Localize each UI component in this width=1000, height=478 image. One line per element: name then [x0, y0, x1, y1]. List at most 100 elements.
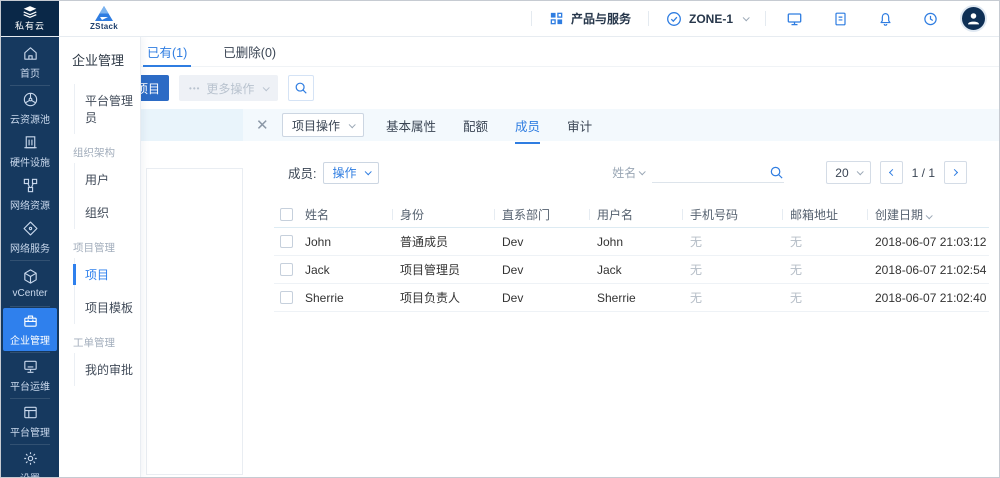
page-info: 1 / 1: [912, 166, 935, 180]
menu-item-project-template[interactable]: 项目模板: [75, 291, 140, 324]
sidebar-item-settings[interactable]: 设置: [1, 446, 59, 478]
menu-group: 用户 组织: [74, 163, 140, 229]
col-phone: 手机号码: [684, 206, 784, 223]
products-services-menu[interactable]: 产品与服务: [532, 10, 648, 27]
row-checkbox[interactable]: [280, 263, 293, 276]
menu-item-platform-admin[interactable]: 平台管理员: [75, 84, 140, 134]
avatar-icon: [965, 10, 982, 27]
select-all-checkbox[interactable]: [280, 208, 293, 221]
member-search: [652, 163, 784, 183]
search-icon[interactable]: [769, 165, 784, 180]
zone-icon: [666, 11, 682, 27]
table-row[interactable]: John 普通成员 Dev John 无 无 2018-06-07 21:03:…: [274, 228, 989, 256]
chevron-down-icon: [263, 84, 270, 91]
ops-monitor-icon: [22, 358, 39, 375]
search-field-label: 姓名: [612, 164, 636, 181]
list-search-button[interactable]: [288, 75, 314, 101]
menu-group: 我的审批: [74, 353, 140, 386]
zone-selector[interactable]: ZONE-1: [649, 11, 765, 27]
zstack-brand-label: ZStack: [90, 23, 118, 31]
history-clock-icon[interactable]: [923, 11, 938, 27]
sidebar-divider: [10, 260, 50, 261]
tab-members[interactable]: 成员: [515, 116, 540, 135]
sidebar-item-label: 硬件设施: [10, 154, 50, 169]
more-actions-label: 更多操作: [206, 80, 254, 97]
table-row[interactable]: Sherrie 项目负责人 Dev Sherrie 无 无 2018-06-07…: [274, 284, 989, 312]
tab-basic-properties[interactable]: 基本属性: [386, 116, 436, 135]
menu-panel-title: 企业管理: [72, 50, 140, 69]
project-detail-panel: ✕ 项目操作 基本属性 配额 成员 审计 成员: 操作: [243, 109, 999, 477]
sidebar-item-cloud-pool[interactable]: 云资源池: [1, 87, 59, 130]
member-action-button[interactable]: 操作: [323, 162, 378, 184]
menu-item-user[interactable]: 用户: [75, 163, 140, 196]
menu-item-organization[interactable]: 组织: [75, 196, 140, 229]
page-size-select[interactable]: 20: [826, 161, 870, 184]
cell-email: 无: [784, 233, 869, 250]
sidebar-item-network-resource[interactable]: 网络资源: [1, 173, 59, 216]
zstack-brand: ZStack: [90, 6, 118, 31]
select-all-cell: [274, 208, 299, 221]
tab-deleted[interactable]: 已删除(0): [223, 37, 276, 66]
tab-audit[interactable]: 审计: [567, 116, 592, 135]
next-page-button[interactable]: [944, 161, 967, 184]
col-created-label: 创建日期: [875, 208, 923, 222]
col-role: 身份: [394, 206, 496, 223]
search-field-selector[interactable]: 姓名: [612, 164, 644, 181]
cell-name: Jack: [299, 263, 394, 277]
row-checkbox[interactable]: [280, 235, 293, 248]
cell-phone: 无: [684, 233, 784, 250]
zone-label: ZONE-1: [689, 12, 733, 26]
cloud-pool-icon: [22, 91, 39, 108]
project-actions-label: 项目操作: [292, 117, 340, 134]
tab-quota[interactable]: 配额: [463, 116, 488, 135]
col-email: 邮箱地址: [784, 206, 869, 223]
cell-created: 2018-06-07 21:03:12: [869, 235, 989, 249]
bell-icon[interactable]: [878, 11, 893, 27]
platform-window-icon: [22, 404, 39, 421]
sort-chevron-icon: [926, 212, 933, 219]
project-actions-button[interactable]: 项目操作: [282, 113, 364, 137]
products-services-label: 产品与服务: [571, 10, 631, 27]
vcenter-cube-icon: [22, 268, 39, 285]
sidebar-item-label: 云资源池: [10, 111, 50, 126]
chevron-right-icon: [951, 169, 958, 176]
sidebar-item-platform-management[interactable]: 平台管理: [1, 400, 59, 443]
close-icon[interactable]: ✕: [256, 118, 274, 133]
cell-role: 项目管理员: [394, 261, 496, 278]
more-actions-button[interactable]: ••• 更多操作: [179, 75, 278, 101]
detail-header: ✕ 项目操作 基本属性 配额 成员 审计: [243, 109, 999, 141]
col-created[interactable]: 创建日期: [869, 206, 989, 223]
network-service-icon: [22, 220, 39, 237]
sidebar-item-vcenter[interactable]: vCenter: [1, 262, 59, 305]
user-avatar[interactable]: [960, 5, 987, 32]
gear-icon: [22, 450, 39, 467]
col-username: 用户名: [591, 206, 684, 223]
page-size-value: 20: [835, 166, 848, 180]
table-row[interactable]: Jack 项目管理员 Dev Jack 无 无 2018-06-07 21:02…: [274, 256, 989, 284]
member-search-input[interactable]: [652, 163, 784, 183]
zstack-console-window: 私有云 ZStack 产品与服务: [0, 0, 1000, 478]
sidebar-item-label: vCenter: [12, 288, 47, 299]
menu-section-project: 项目管理: [73, 240, 140, 255]
grid-icon: [549, 11, 564, 26]
row-checkbox[interactable]: [280, 291, 293, 304]
sidebar-item-platform-ops[interactable]: 平台运维: [1, 354, 59, 397]
row-select-cell: [274, 235, 299, 248]
members-table: 姓名 身份 直系部门 用户名 手机号码 邮箱地址 创建日期 John 普通成员 …: [274, 201, 989, 312]
menu-item-my-approval[interactable]: 我的审批: [75, 353, 140, 386]
cell-dept: Dev: [496, 263, 591, 277]
sidebar-item-network-service[interactable]: 网络服务: [1, 216, 59, 259]
tab-existing[interactable]: 已有(1): [147, 37, 187, 66]
prev-page-button[interactable]: [880, 161, 903, 184]
sidebar-item-home[interactable]: 首页: [1, 41, 59, 84]
cell-email: 无: [784, 289, 869, 306]
sidebar-item-label: 设置: [20, 470, 40, 478]
sidebar-item-label: 企业管理: [10, 332, 50, 347]
console-monitor-icon[interactable]: [786, 11, 803, 27]
menu-item-project[interactable]: 项目: [75, 258, 140, 291]
cell-role: 普通成员: [394, 233, 496, 250]
document-icon[interactable]: [833, 11, 848, 27]
sidebar-item-hardware[interactable]: 硬件设施: [1, 130, 59, 173]
sidebar-item-enterprise[interactable]: 企业管理: [3, 308, 57, 351]
chevron-down-icon: [856, 168, 863, 175]
